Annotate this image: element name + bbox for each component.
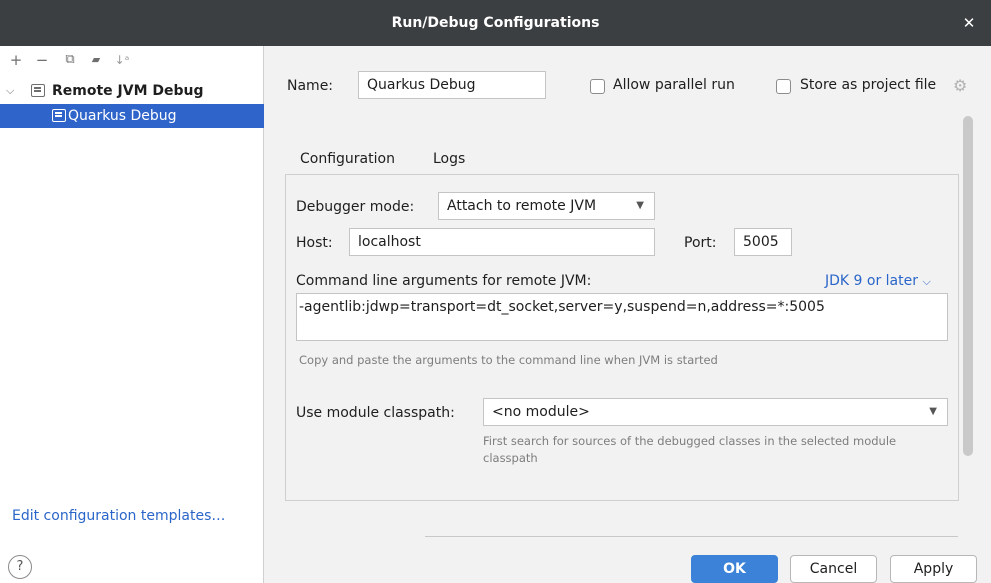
sidebar-toolbar: + − ⧉ ▰ ↓ᵃ [0, 46, 264, 74]
edit-configuration-templates-link[interactable]: Edit configuration templates… [12, 508, 225, 524]
port-field[interactable]: 5005 [734, 228, 792, 256]
help-button[interactable]: ? [8, 555, 32, 579]
host-field[interactable]: localhost [349, 228, 655, 256]
cancel-button[interactable]: Cancel [790, 555, 877, 583]
jdk-version-dropdown[interactable]: JDK 9 or later ⌵ [825, 273, 931, 289]
chevron-down-icon: ⌵ [922, 275, 931, 288]
debugger-mode-select[interactable]: Attach to remote JVM ▼ [438, 192, 655, 220]
ok-button[interactable]: OK [691, 555, 778, 583]
remote-debug-icon [31, 84, 45, 97]
name-field[interactable]: Quarkus Debug [358, 71, 546, 99]
tree-item-quarkus-debug[interactable]: Quarkus Debug [0, 104, 264, 128]
add-icon[interactable]: + [6, 50, 26, 70]
debugger-mode-value: Attach to remote JVM [447, 198, 597, 214]
module-classpath-select[interactable]: <no module> ▼ [483, 398, 948, 426]
tab-configuration[interactable]: Configuration [288, 144, 409, 177]
tree-item-label: Quarkus Debug [68, 108, 177, 124]
vertical-scrollbar[interactable] [963, 116, 975, 456]
configurations-sidebar: + − ⧉ ▰ ↓ᵃ ⌵ Remote JVM Debug Quarkus De… [0, 46, 264, 583]
gear-icon[interactable]: ⚙ [953, 76, 967, 95]
store-as-project-file-checkbox[interactable] [776, 79, 791, 94]
allow-parallel-run-label: Allow parallel run [613, 77, 735, 93]
configuration-panel: Debugger mode: Attach to remote JVM ▼ Ho… [285, 174, 959, 501]
close-icon[interactable]: ✕ [959, 13, 979, 33]
allow-parallel-run-checkbox[interactable] [590, 79, 605, 94]
module-classpath-label: Use module classpath: [296, 405, 455, 421]
store-as-project-file-label: Store as project file [800, 77, 937, 93]
footer-divider [425, 536, 958, 537]
sort-icon[interactable]: ↓ᵃ [112, 50, 132, 70]
jdk-version-label: JDK 9 or later [825, 273, 918, 289]
tree-item-remote-jvm-debug[interactable]: ⌵ Remote JVM Debug [0, 79, 264, 103]
name-label: Name: [287, 78, 334, 94]
debugger-mode-label: Debugger mode: [296, 199, 415, 215]
dropdown-arrow-icon: ▼ [636, 200, 644, 211]
title-bar: Run/Debug Configurations ✕ [0, 0, 991, 46]
module-classpath-value: <no module> [492, 404, 590, 420]
chevron-down-icon[interactable]: ⌵ [6, 79, 18, 103]
move-to-folder-icon[interactable]: ▰ [86, 50, 106, 70]
apply-button[interactable]: Apply [890, 555, 977, 583]
window-title: Run/Debug Configurations [391, 15, 600, 31]
command-line-args-hint: Copy and paste the arguments to the comm… [299, 353, 718, 367]
remove-icon[interactable]: − [32, 50, 52, 70]
port-label: Port: [684, 235, 717, 251]
dropdown-arrow-icon: ▼ [929, 406, 937, 417]
host-label: Host: [296, 235, 333, 251]
remote-debug-icon [52, 109, 66, 122]
copy-icon[interactable]: ⧉ [60, 50, 80, 70]
command-line-args-label: Command line arguments for remote JVM: [296, 273, 592, 289]
command-line-args-field[interactable]: -agentlib:jdwp=transport=dt_socket,serve… [296, 293, 948, 341]
tree-item-label: Remote JVM Debug [52, 83, 204, 99]
scrollbar-thumb[interactable] [963, 116, 973, 456]
module-classpath-hint: First search for sources of the debugged… [483, 434, 897, 465]
configuration-editor: Name: Quarkus Debug Allow parallel run S… [265, 46, 991, 521]
tab-logs[interactable]: Logs [433, 144, 465, 174]
